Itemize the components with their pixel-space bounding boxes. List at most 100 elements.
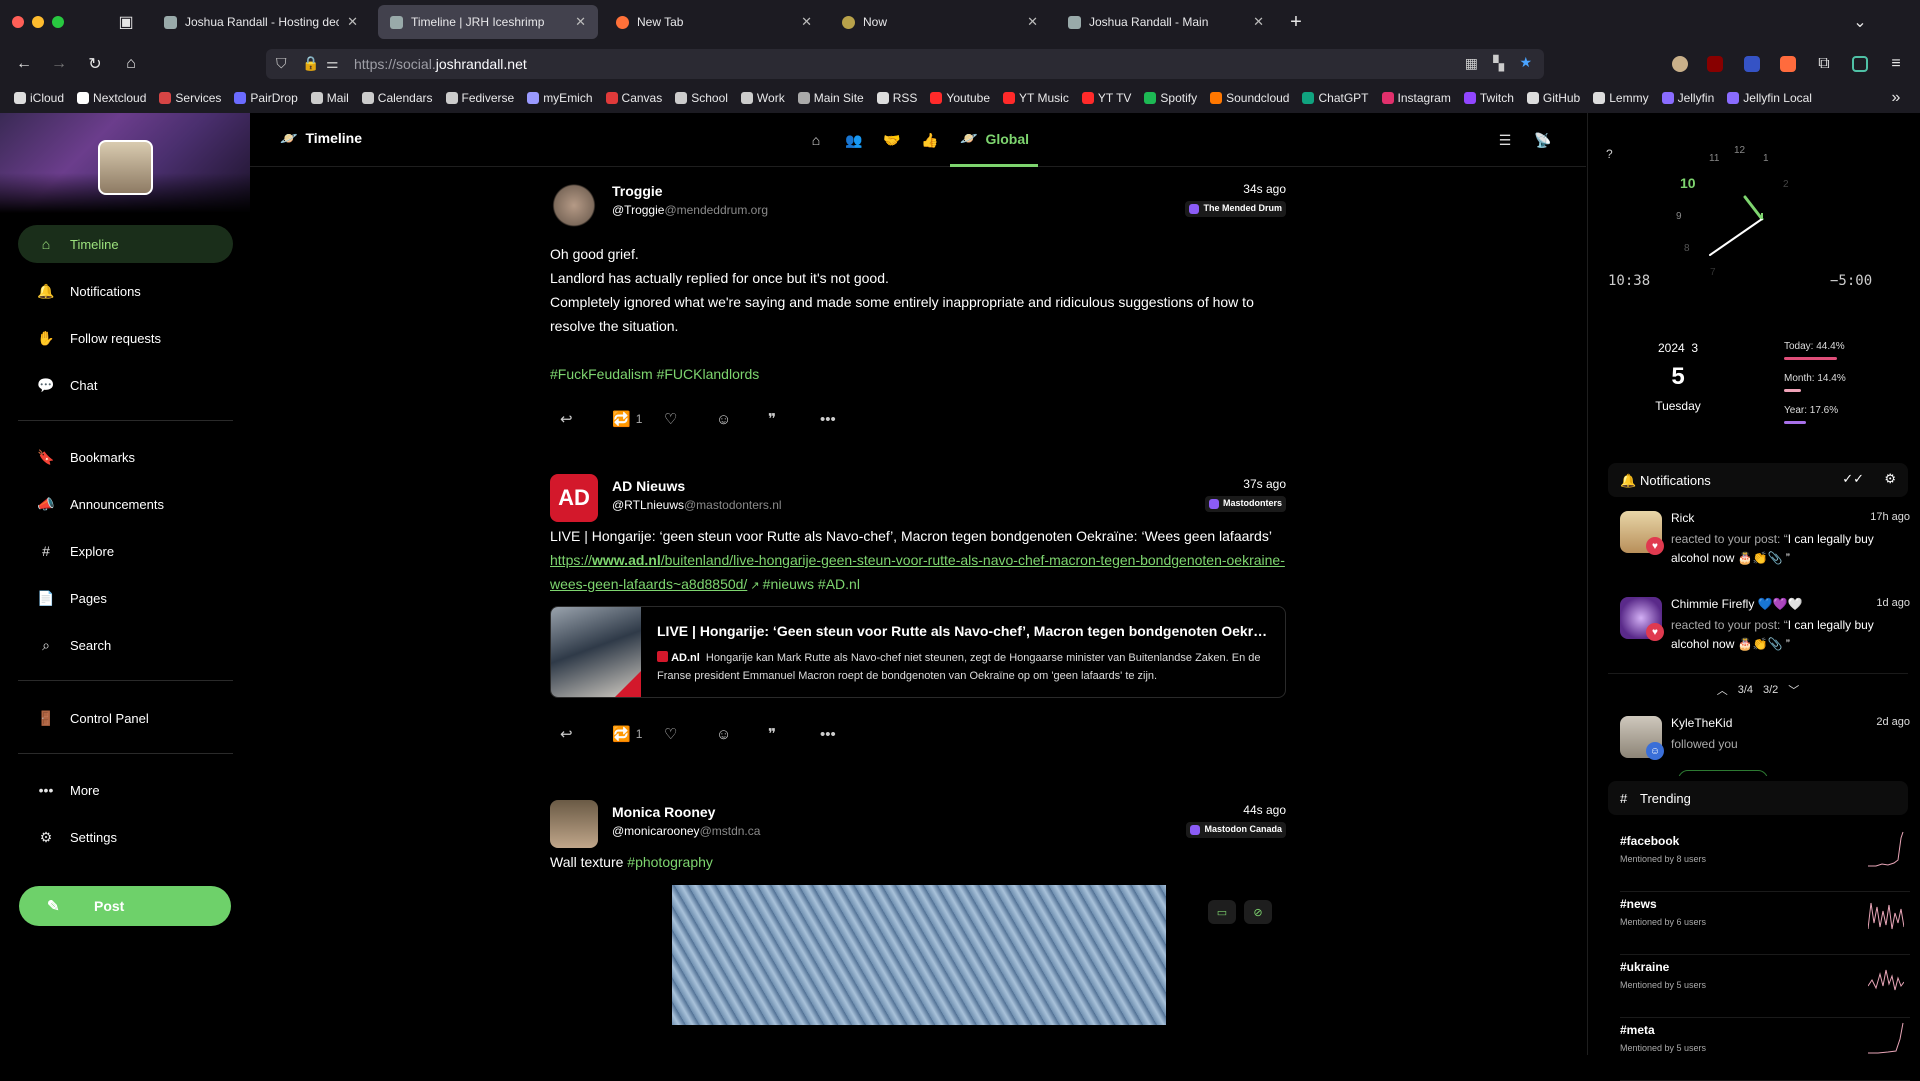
link-preview-card[interactable]: LIVE | Hongarije: ‘Geen steun voor Rutte… <box>550 606 1286 698</box>
bookmark-item[interactable]: Soundcloud <box>1210 91 1289 105</box>
reload-icon[interactable]: ↻ <box>83 52 107 76</box>
react-icon[interactable]: ☺ <box>706 722 758 746</box>
sidebar-item-notifications[interactable]: 🔔 Notifications <box>18 272 233 310</box>
quote-icon[interactable]: ❞ <box>758 407 810 431</box>
bookmark-item[interactable]: Jellyfin <box>1661 91 1714 105</box>
trending-item[interactable]: #news Mentioned by 6 users <box>1620 893 1910 955</box>
bookmark-item[interactable]: Youtube <box>930 91 990 105</box>
trending-item[interactable]: #ukraine Mentioned by 5 users <box>1620 956 1910 1018</box>
note-timestamp[interactable]: 34s ago <box>1243 182 1286 196</box>
browser-tab-active[interactable]: Timeline | JRH Iceshrimp ✕ <box>378 5 598 39</box>
notification-user[interactable]: KyleTheKid <box>1671 716 1732 730</box>
list-icon[interactable]: ☰ <box>1496 131 1514 149</box>
reply-icon[interactable]: ↩ <box>550 407 602 431</box>
home-icon[interactable]: ⌂ <box>119 52 143 76</box>
follow-back-button[interactable] <box>1678 770 1768 776</box>
bookmark-item[interactable]: Canvas <box>605 91 662 105</box>
close-tab-icon[interactable]: ✕ <box>347 14 358 30</box>
tab-list-chevron-icon[interactable]: ⌄ <box>1848 10 1872 34</box>
react-icon[interactable]: ☺ <box>706 407 758 431</box>
article-link[interactable]: https://www.ad.nl/buitenland/live-hongar… <box>550 552 1285 592</box>
sidebar-item-follow-requests[interactable]: ✋ Follow requests <box>18 319 233 357</box>
recommended-timeline-tab-icon[interactable]: 👍 <box>921 131 939 149</box>
sidebar-item-pages[interactable]: 📄 Pages <box>18 579 233 617</box>
browser-tab[interactable]: Joshua Randall - Hosting decen ✕ <box>152 5 370 39</box>
avatar[interactable] <box>550 800 598 848</box>
trending-item[interactable]: #meta Mentioned by 5 users <box>1620 1019 1910 1081</box>
trending-tag[interactable]: #news <box>1620 897 1657 911</box>
bookmark-item[interactable]: Nextcloud <box>77 91 146 105</box>
note-author-name[interactable]: Monica Rooney <box>612 804 715 820</box>
sidebar-item-announcements[interactable]: 📣 Announcements <box>18 485 233 523</box>
sidebar-item-control-panel[interactable]: 🚪 Control Panel <box>18 699 233 737</box>
hide-image-icon[interactable]: ⊘ <box>1244 900 1272 924</box>
mark-all-read-icon[interactable]: ✓✓ <box>1842 471 1864 487</box>
url-bar[interactable]: ⛉ 🔒 ⚌ https://social. joshrandall.net ▦ ▚… <box>266 49 1544 79</box>
bookmark-item[interactable]: Instagram <box>1381 91 1451 105</box>
note-author-handle[interactable]: @RTLnieuws@mastodonters.nl <box>612 498 782 512</box>
bookmark-item[interactable]: Fediverse <box>445 91 514 105</box>
more-icon[interactable]: ••• <box>810 407 862 431</box>
close-tab-icon[interactable]: ✕ <box>1253 14 1264 30</box>
hashtag-link[interactable]: #nieuws #AD.nl <box>763 576 860 592</box>
alt-text-icon[interactable]: ▭ <box>1208 900 1236 924</box>
clock-help-icon[interactable]: ? <box>1606 147 1613 161</box>
notification-user[interactable]: Chimmie Firefly 💙💜🤍 <box>1671 597 1803 611</box>
notification-item[interactable]: ☺ KyleTheKid 2d ago followed you <box>1620 716 1910 776</box>
bookmark-item[interactable]: GitHub <box>1526 91 1580 105</box>
social-timeline-tab-icon[interactable]: 🤝 <box>883 131 901 149</box>
extensions-grid-icon[interactable]: ▚ <box>1493 55 1504 72</box>
extension-icon[interactable] <box>1776 52 1800 76</box>
like-icon[interactable]: ♡ <box>654 407 706 431</box>
bookmark-item[interactable]: Services <box>159 91 221 105</box>
bookmark-item[interactable]: YT Music <box>1003 91 1069 105</box>
notification-user[interactable]: Rick <box>1671 511 1694 525</box>
bookmark-item[interactable]: School <box>675 91 728 105</box>
bookmark-item[interactable]: Jellyfin Local <box>1727 91 1812 105</box>
note-author-name[interactable]: AD Nieuws <box>612 478 685 494</box>
browser-tab[interactable]: Joshua Randall - Main ✕ <box>1056 5 1276 39</box>
forward-icon[interactable]: → <box>47 52 71 76</box>
new-tab-icon[interactable]: + <box>1284 10 1308 34</box>
sidebar-item-timeline[interactable]: ⌂ Timeline <box>18 225 233 263</box>
minimize-window-button[interactable] <box>32 16 44 28</box>
trending-tag[interactable]: #facebook <box>1620 834 1679 848</box>
sidebar-item-bookmarks[interactable]: 🔖 Bookmarks <box>18 438 233 476</box>
bookmark-item[interactable]: YT TV <box>1081 91 1131 105</box>
local-timeline-tab-icon[interactable]: 👥 <box>845 131 863 149</box>
chevron-up-icon[interactable]: ︿ <box>1717 682 1728 698</box>
post-button[interactable]: ✎ Post <box>19 886 231 926</box>
note-author-handle[interactable]: @monicarooney@mstdn.ca <box>612 824 760 838</box>
note-timestamp[interactable]: 37s ago <box>1243 477 1286 491</box>
more-icon[interactable]: ••• <box>810 722 862 746</box>
avatar[interactable]: AD <box>550 474 598 522</box>
sidebar-item-chat[interactable]: 💬 Chat <box>18 366 233 404</box>
bookmark-item[interactable]: Twitch <box>1463 91 1514 105</box>
bookmark-item[interactable]: Lemmy <box>1593 91 1649 105</box>
trending-tag[interactable]: #meta <box>1620 1023 1655 1037</box>
tab-overview-icon[interactable]: ▣ <box>114 10 138 34</box>
tab-global[interactable]: 🪐 Global <box>950 113 1038 167</box>
bookmark-item[interactable]: Mail <box>310 91 349 105</box>
menu-icon[interactable]: ≡ <box>1884 52 1908 76</box>
bookmark-item[interactable]: Calendars <box>361 91 433 105</box>
notification-item[interactable]: ♥ Chimmie Firefly 💙💜🤍 1d ago reacted to … <box>1620 597 1910 667</box>
close-tab-icon[interactable]: ✕ <box>1027 14 1038 30</box>
bookmarks-overflow-icon[interactable]: » <box>1884 86 1908 110</box>
close-window-button[interactable] <box>12 16 24 28</box>
avatar[interactable] <box>550 179 598 227</box>
bookmark-item[interactable]: iCloud <box>14 91 64 105</box>
browser-tab[interactable]: Now ✕ <box>830 5 1050 39</box>
note-author-handle[interactable]: @Troggie@mendeddrum.org <box>612 203 768 217</box>
note-image[interactable] <box>672 885 1166 1025</box>
renote-icon[interactable]: 🔁 1 <box>602 407 654 431</box>
back-icon[interactable]: ← <box>12 52 36 76</box>
puzzle-icon[interactable]: ⧉ <box>1812 52 1836 76</box>
trending-item[interactable]: #facebook Mentioned by 8 users <box>1620 830 1910 892</box>
bookmark-item[interactable]: ChatGPT <box>1302 91 1369 105</box>
bookmark-star-icon[interactable]: ★ <box>1519 54 1532 71</box>
account-avatar-icon[interactable] <box>1668 52 1692 76</box>
maximize-window-button[interactable] <box>52 16 64 28</box>
close-tab-icon[interactable]: ✕ <box>801 14 812 30</box>
close-tab-icon[interactable]: ✕ <box>575 14 586 30</box>
